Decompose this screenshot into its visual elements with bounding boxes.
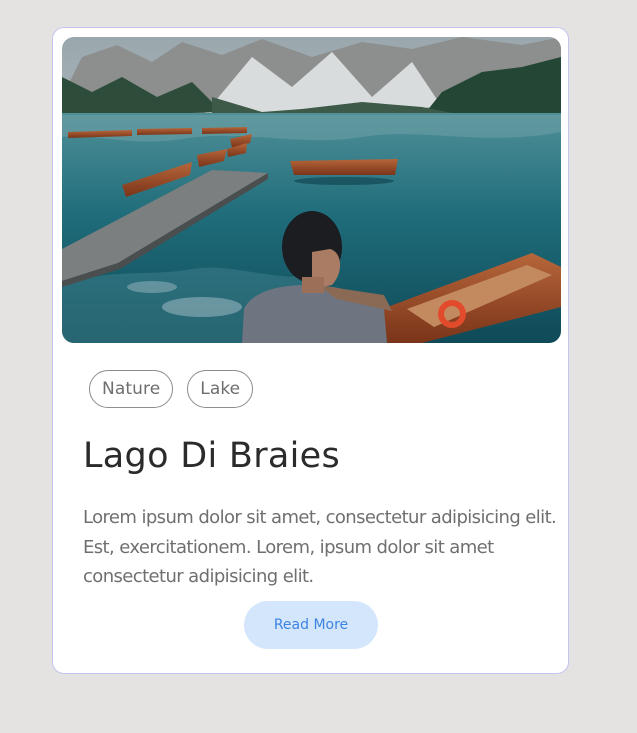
- article-card: Nature Lake Lago Di Braies Lorem ipsum d…: [52, 27, 569, 674]
- tag-lake[interactable]: Lake: [187, 370, 254, 408]
- lake-photo: [62, 37, 561, 343]
- tag-nature[interactable]: Nature: [89, 370, 174, 408]
- tag-list: Nature Lake: [89, 370, 254, 408]
- read-more-button[interactable]: Read More: [244, 601, 378, 649]
- card-title: Lago Di Braies: [83, 436, 341, 476]
- card-description: Lorem ipsum dolor sit amet, consectetur …: [83, 507, 557, 587]
